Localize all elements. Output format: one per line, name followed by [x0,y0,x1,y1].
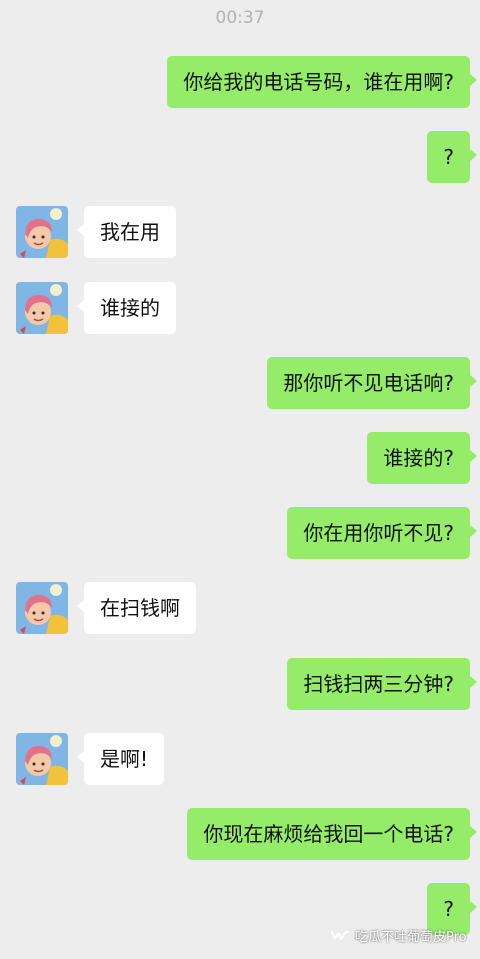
outgoing-message-bubble[interactable]: 谁接的? [367,432,477,484]
outgoing-message-bubble[interactable]: 扫钱扫两三分钟? [287,658,477,710]
message-row: 你现在麻烦给我回一个电话? [0,808,480,860]
message-row: 谁接的 [0,282,480,334]
outgoing-message-bubble[interactable]: ? [427,131,477,183]
message-row: 是啊! [0,733,480,785]
outgoing-message-bubble[interactable]: 那你听不见电话响? [267,357,477,409]
message-row: 你在用你听不见? [0,507,480,559]
outgoing-message-bubble[interactable]: 你在用你听不见? [287,507,477,559]
message-row: 扫钱扫两三分钟? [0,658,480,710]
message-row: ? [0,131,480,183]
message-row: 在扫钱啊 [0,582,480,634]
outgoing-message-bubble[interactable]: 你给我的电话号码，谁在用啊? [167,56,477,108]
contact-avatar[interactable] [16,206,68,258]
contact-avatar[interactable] [16,733,68,785]
incoming-message-bubble[interactable]: 谁接的 [77,282,176,334]
incoming-message-bubble[interactable]: 是啊! [76,733,165,785]
avatar-image [16,206,68,258]
contact-avatar[interactable] [16,282,68,334]
outgoing-message-bubble[interactable]: 你现在麻烦给我回一个电话? [187,808,477,860]
incoming-message-bubble[interactable]: 在扫钱啊 [77,582,196,634]
watermark: 吃瓜不吐葡萄皮Pro [331,926,477,948]
incoming-message-bubble[interactable]: 我在用 [77,206,176,258]
message-row: 谁接的? [0,432,480,484]
watermark-text: 吃瓜不吐葡萄皮Pro [355,930,467,945]
avatar-image [16,733,68,785]
contact-avatar[interactable] [16,582,68,634]
wechat-channel-icon [331,930,349,942]
avatar-image [16,282,68,334]
message-row: 你给我的电话号码，谁在用啊? [0,56,480,108]
message-row: 那你听不见电话响? [0,357,480,409]
message-row: 我在用 [0,206,480,258]
avatar-image [16,582,68,634]
timestamp: 00:37 [215,8,265,28]
